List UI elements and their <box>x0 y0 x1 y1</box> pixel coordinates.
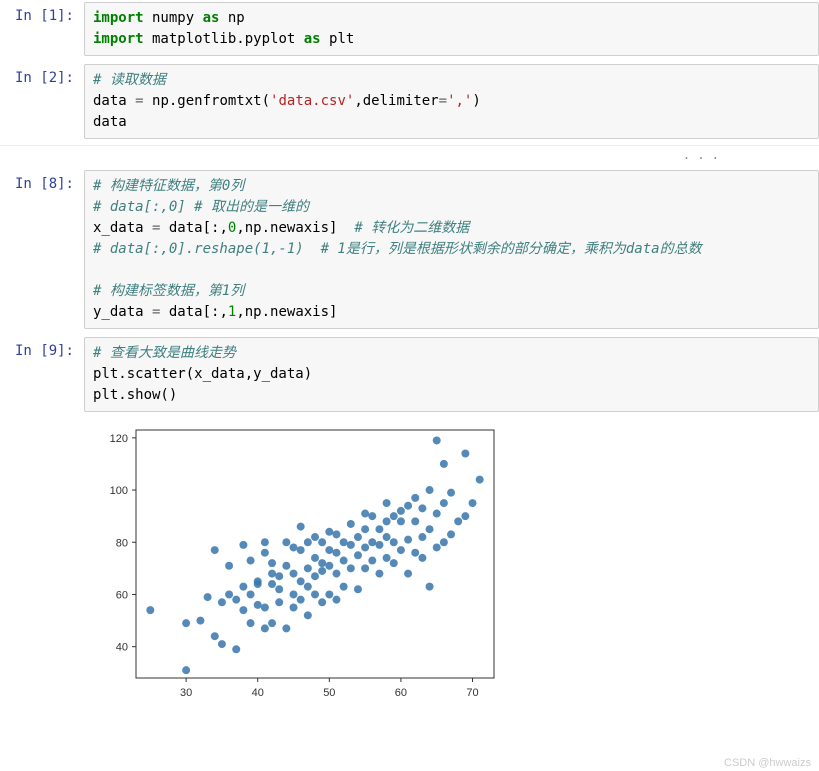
cell-prompt: In [2]: <box>0 64 84 139</box>
code-cell: In [8]:# 构建特征数据，第0列# data[:,0] # 取出的是一维的… <box>0 168 819 331</box>
code-line: # 查看大致是曲线走势 <box>93 343 810 364</box>
code-line <box>93 260 810 281</box>
cell-prompt: In [9]: <box>0 337 84 412</box>
code-area[interactable]: # 查看大致是曲线走势plt.scatter(x_data,y_data)plt… <box>84 337 819 412</box>
code-area[interactable]: import numpy as npimport matplotlib.pypl… <box>84 2 819 56</box>
code-line: plt.scatter(x_data,y_data) <box>93 364 810 385</box>
svg-text:120: 120 <box>110 433 128 445</box>
svg-text:30: 30 <box>180 687 192 699</box>
code-area[interactable]: # 读取数据data = np.genfromtxt('data.csv',de… <box>84 64 819 139</box>
code-line: plt.show() <box>93 385 810 406</box>
code-line: data <box>93 112 810 133</box>
svg-text:40: 40 <box>252 687 264 699</box>
watermark: CSDN @hwwaizs <box>724 757 811 769</box>
svg-text:60: 60 <box>395 687 407 699</box>
code-cell: In [2]:# 读取数据data = np.genfromtxt('data.… <box>0 62 819 141</box>
code-line: x_data = data[:,0,np.newaxis] # 转化为二维数据 <box>93 218 810 239</box>
cell-prompt: In [1]: <box>0 2 84 56</box>
code-line: # data[:,0].reshape(1,-1) # 1是行，列是根据形状剩余… <box>93 239 810 260</box>
svg-text:80: 80 <box>116 537 128 549</box>
code-line: # 构建标签数据，第1列 <box>93 281 810 302</box>
code-line: # 构建特征数据，第0列 <box>93 176 810 197</box>
cell-prompt: In [8]: <box>0 170 84 329</box>
output-area: 30 40 50 60 70 40 60 80 100 120 <box>0 418 819 706</box>
code-area[interactable]: # 构建特征数据，第0列# data[:,0] # 取出的是一维的x_data … <box>84 170 819 329</box>
code-cell: In [9]:# 查看大致是曲线走势plt.scatter(x_data,y_d… <box>0 335 819 414</box>
code-line: import numpy as np <box>93 8 810 29</box>
code-line: # data[:,0] # 取出的是一维的 <box>93 197 810 218</box>
svg-text:60: 60 <box>116 589 128 601</box>
svg-text:50: 50 <box>323 687 335 699</box>
code-line: y_data = data[:,1,np.newaxis] <box>93 302 810 323</box>
scatter-plot: 30 40 50 60 70 40 60 80 100 120 <box>84 418 504 706</box>
code-line: # 读取数据 <box>93 70 810 91</box>
svg-text:100: 100 <box>110 485 128 497</box>
output-ellipsis: . . . <box>0 145 819 168</box>
code-cell: In [1]:import numpy as npimport matplotl… <box>0 0 819 58</box>
code-line: import matplotlib.pyplot as plt <box>93 29 810 50</box>
code-line: data = np.genfromtxt('data.csv',delimite… <box>93 91 810 112</box>
svg-text:70: 70 <box>466 687 478 699</box>
svg-text:40: 40 <box>116 642 128 654</box>
